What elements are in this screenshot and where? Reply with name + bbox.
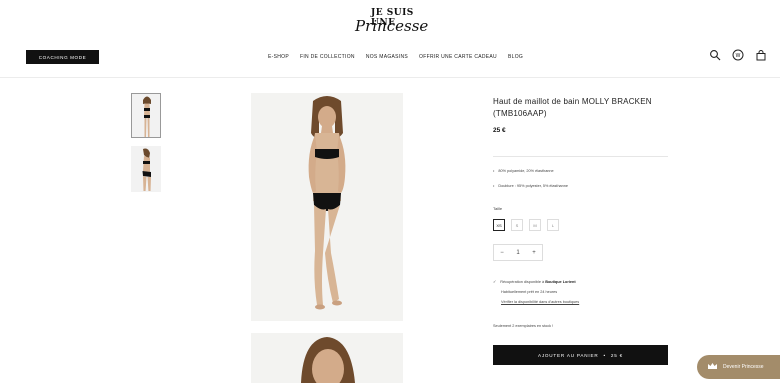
nav-nos-magasins[interactable]: NOS MAGASINS bbox=[366, 54, 408, 60]
nav-eshop[interactable]: E-SHOP bbox=[268, 54, 289, 60]
size-option-s[interactable]: S bbox=[511, 219, 523, 231]
product-thumbnail-2[interactable] bbox=[131, 146, 161, 192]
loyalty-badge-label: Devenir Princesse bbox=[723, 364, 764, 370]
site-header: COACHING MODE JE SUIS UNE Princesse E-SH… bbox=[0, 0, 780, 78]
product-info-panel: Haut de maillot de bain MOLLY BRACKEN (T… bbox=[493, 96, 668, 365]
add-to-cart-label: AJOUTER AU PANIER bbox=[537, 352, 599, 358]
loyalty-badge-button[interactable]: Devenir Princesse bbox=[697, 355, 780, 379]
detail-composition: 80% polyamide, 20% élasthanne bbox=[493, 169, 568, 173]
product-main-image[interactable] bbox=[251, 93, 403, 321]
pickup-text: Récupération disponible à bbox=[500, 280, 545, 284]
nav-carte-cadeau[interactable]: OFFRIR UNE CARTE CADEAU bbox=[419, 54, 497, 60]
product-details: 80% polyamide, 20% élasthanne Doublure :… bbox=[493, 169, 568, 199]
check-availability-link[interactable]: Vérifier la disponibilité dans d'autres … bbox=[493, 297, 579, 307]
search-icon[interactable] bbox=[709, 49, 721, 61]
nav-fin-de-collection[interactable]: FIN DE COLLECTION bbox=[300, 54, 355, 60]
size-option-m[interactable]: M bbox=[529, 219, 541, 231]
pickup-store: Boutique Lorient bbox=[545, 280, 576, 284]
quantity-stepper: − 1 + bbox=[493, 244, 543, 261]
product-secondary-image[interactable] bbox=[251, 333, 403, 383]
quantity-plus-button[interactable]: + bbox=[532, 250, 536, 256]
nav-blog[interactable]: BLOG bbox=[508, 54, 523, 60]
size-option-xs[interactable]: XS bbox=[493, 219, 505, 231]
size-selector: XS S M L bbox=[493, 219, 559, 231]
add-to-cart-price: 25 € bbox=[610, 352, 624, 358]
crown-icon bbox=[708, 362, 717, 372]
size-option-l[interactable]: L bbox=[547, 219, 559, 231]
bag-icon[interactable] bbox=[755, 49, 767, 61]
check-icon: ✓ bbox=[493, 280, 497, 284]
divider bbox=[493, 156, 668, 157]
add-to-cart-button[interactable]: AJOUTER AU PANIER • 25 € bbox=[493, 345, 668, 365]
detail-lining: Doublure : 95% polyester, 5% élasthanne bbox=[493, 184, 568, 188]
product-price: 25 € bbox=[493, 127, 506, 134]
quantity-value[interactable]: 1 bbox=[516, 250, 519, 256]
quantity-minus-button[interactable]: − bbox=[500, 250, 504, 256]
store-pickup-info: ✓ Récupération disponible à Boutique Lor… bbox=[493, 277, 579, 307]
logo-script-text: Princesse bbox=[355, 17, 429, 35]
svg-text:W: W bbox=[736, 53, 741, 59]
account-icon[interactable]: W bbox=[732, 49, 744, 61]
size-label: Taille bbox=[493, 206, 503, 211]
header-icons: W bbox=[709, 49, 767, 61]
pickup-delay: Habituellement prêt en 24 heures bbox=[501, 290, 558, 294]
coaching-mode-button[interactable]: COACHING MODE bbox=[26, 50, 99, 64]
stock-notice: Seulement 2 exemplaires en stock ! bbox=[493, 324, 554, 328]
product-thumbnail-1[interactable] bbox=[131, 93, 161, 138]
product-title: Haut de maillot de bain MOLLY BRACKEN (T… bbox=[493, 97, 652, 118]
site-logo[interactable]: JE SUIS UNE Princesse bbox=[353, 8, 433, 42]
separator-dot: • bbox=[603, 352, 606, 358]
main-nav: E-SHOP FIN DE COLLECTION NOS MAGASINS OF… bbox=[268, 54, 523, 60]
